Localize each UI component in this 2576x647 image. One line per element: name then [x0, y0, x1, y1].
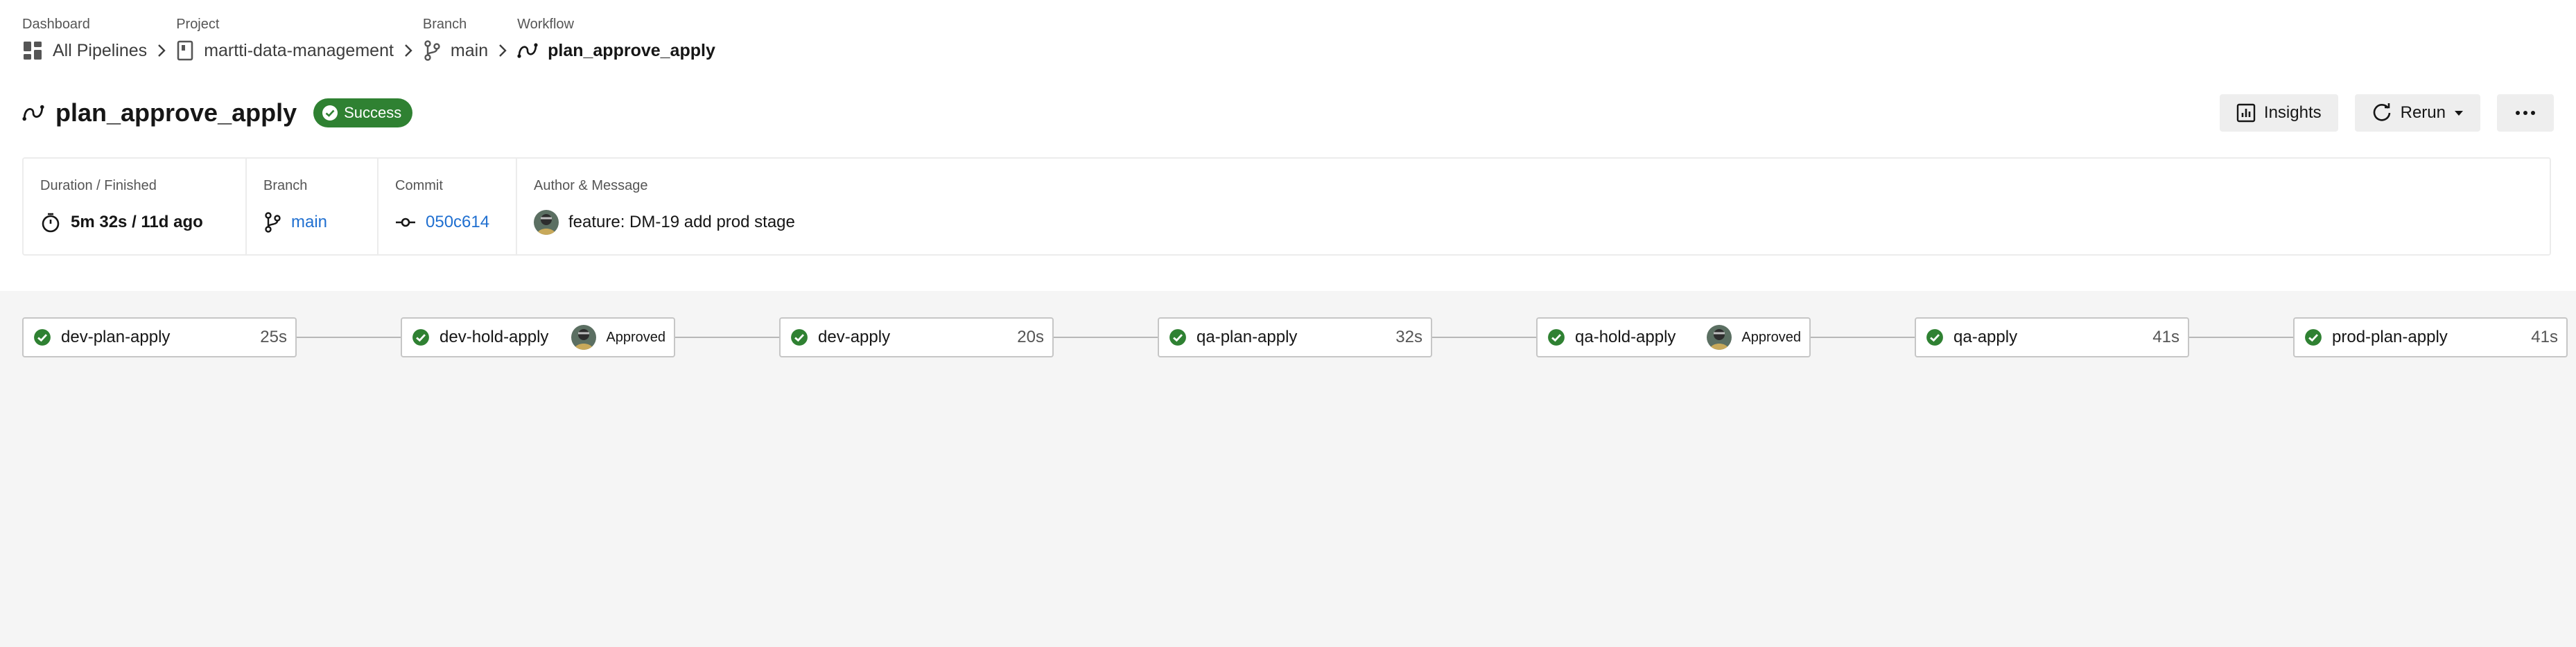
check-circle-icon	[34, 329, 51, 346]
rerun-icon	[2373, 103, 2390, 121]
breadcrumb-project[interactable]: Project martti-data-management	[176, 15, 394, 68]
job-name: dev-hold-apply	[440, 328, 549, 346]
status-badge-label: Success	[344, 104, 402, 121]
check-circle-icon	[1169, 329, 1186, 346]
approver-avatar	[571, 325, 597, 350]
caret-down-icon	[2455, 111, 2463, 116]
job-connector	[675, 337, 779, 338]
job-connector	[297, 337, 401, 338]
stopwatch-icon	[42, 213, 60, 233]
page-title: plan_approve_apply	[55, 98, 297, 127]
job-duration: 20s	[1017, 328, 1044, 346]
breadcrumb-dashboard-value: All Pipelines	[53, 40, 148, 60]
job-card[interactable]: dev-plan-apply 25s	[22, 317, 297, 357]
job-name: prod-plan-apply	[2332, 328, 2448, 346]
author-section: Author & Message feature: DM-19 add prod…	[517, 159, 2550, 254]
approved-label: Approved	[1741, 329, 1801, 345]
workflow-icon	[22, 105, 44, 121]
check-circle-icon	[2305, 329, 2322, 346]
approved-label: Approved	[606, 329, 665, 345]
job-card[interactable]: qa-apply 41s	[1915, 317, 2189, 357]
breadcrumb-dashboard-label: Dashboard	[22, 17, 90, 32]
commit-label: Commit	[395, 178, 443, 193]
breadcrumb-project-value: martti-data-management	[204, 40, 394, 60]
duration-label: Duration / Finished	[40, 178, 157, 193]
job-card[interactable]: prod-plan-apply 41s	[2293, 317, 2568, 357]
insights-icon	[2236, 103, 2256, 123]
job-name: qa-plan-apply	[1196, 328, 1298, 346]
branch-icon	[265, 212, 281, 233]
check-circle-icon	[1548, 329, 1565, 346]
breadcrumb-workflow[interactable]: Workflow plan_approve_apply	[517, 15, 715, 68]
breadcrumb-branch-value: main	[450, 40, 489, 60]
commit-icon	[396, 218, 415, 227]
check-circle-icon	[322, 105, 338, 121]
breadcrumb-project-label: Project	[176, 17, 220, 32]
check-circle-icon	[1926, 329, 1943, 346]
commit-message: feature: DM-19 add prod stage	[568, 213, 795, 231]
status-badge: Success	[313, 98, 413, 127]
branch-label: Branch	[263, 178, 308, 193]
workflow-info-card: Duration / Finished 5m 32s / 11d ago Bra…	[22, 157, 2551, 256]
more-horizontal-icon	[2516, 111, 2535, 115]
insights-button[interactable]: Insights	[2219, 94, 2338, 132]
breadcrumb-branch[interactable]: Branch main	[423, 15, 488, 68]
duration-section: Duration / Finished 5m 32s / 11d ago	[24, 159, 247, 254]
header-actions: Insights Rerun	[2219, 94, 2554, 132]
check-circle-icon	[412, 329, 429, 346]
chevron-right-icon	[498, 33, 507, 68]
job-duration: 41s	[2152, 328, 2179, 346]
workflow-icon	[517, 43, 538, 58]
chevron-right-icon	[157, 33, 166, 68]
job-card[interactable]: qa-hold-apply Approved	[1536, 317, 1811, 357]
rerun-button-label: Rerun	[2400, 103, 2446, 122]
breadcrumb-workflow-value: plan_approve_apply	[548, 40, 715, 60]
commit-link[interactable]: 050c614	[426, 213, 489, 232]
breadcrumb-branch-label: Branch	[422, 17, 467, 32]
commit-section: Commit 050c614	[378, 159, 517, 254]
duration-value: 5m 32s / 11d ago	[71, 213, 203, 231]
job-duration: 25s	[260, 328, 287, 346]
project-icon	[177, 40, 193, 61]
branch-icon	[424, 40, 440, 61]
job-name: dev-apply	[818, 328, 891, 346]
job-connector	[1432, 337, 1536, 338]
job-duration: 41s	[2531, 328, 2558, 346]
job-card[interactable]: dev-apply 20s	[779, 317, 1054, 357]
job-connector	[1054, 337, 1158, 338]
dashboard-icon	[24, 42, 42, 60]
job-connector	[2189, 337, 2293, 338]
check-circle-icon	[791, 329, 808, 346]
approver-avatar	[1707, 325, 1732, 350]
job-card[interactable]: qa-plan-apply 32s	[1158, 317, 1432, 357]
job-name: qa-apply	[1953, 328, 2018, 346]
page-header: plan_approve_apply Success	[22, 96, 413, 130]
job-name: dev-plan-apply	[61, 328, 171, 346]
author-avatar	[534, 210, 559, 235]
job-card[interactable]: dev-hold-apply Approved	[401, 317, 675, 357]
chevron-right-icon	[403, 33, 413, 68]
branch-section: Branch main	[247, 159, 378, 254]
insights-button-label: Insights	[2263, 103, 2322, 122]
more-options-button[interactable]	[2497, 94, 2554, 132]
author-label: Author & Message	[534, 178, 648, 193]
branch-link[interactable]: main	[291, 213, 327, 232]
rerun-button[interactable]: Rerun	[2354, 94, 2480, 132]
job-duration: 32s	[1395, 328, 1422, 346]
breadcrumb: Dashboard All Pipelines Project martti-d…	[22, 15, 715, 68]
breadcrumb-workflow-label: Workflow	[517, 17, 574, 32]
breadcrumb-dashboard[interactable]: Dashboard All Pipelines	[22, 15, 147, 68]
job-name: qa-hold-apply	[1575, 328, 1676, 346]
job-connector	[1811, 337, 1915, 338]
